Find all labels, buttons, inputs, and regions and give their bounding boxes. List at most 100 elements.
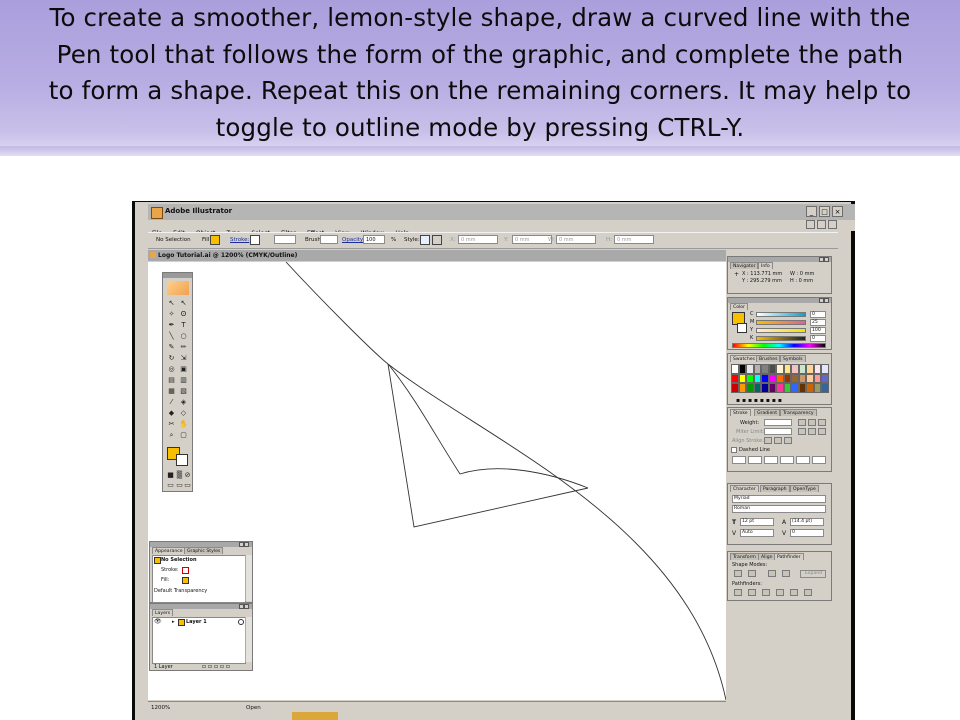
w-input[interactable]: 0 mm [556,235,596,244]
appearance-row-transparency[interactable]: Default Transparency [154,588,207,594]
swatch-cell[interactable] [768,364,776,374]
appearance-row-fill[interactable]: Fill: [161,577,169,583]
symbol-sprayer-tool-icon[interactable]: ▤ [167,376,176,384]
dashed-line-checkbox[interactable] [731,447,737,453]
channel-m-value[interactable]: 25 [810,319,826,326]
panel-close-icon[interactable] [244,604,249,609]
cap-butt-icon[interactable] [798,419,806,426]
swatch-cell[interactable] [783,373,791,383]
tab-transparency[interactable]: Transparency [780,409,817,416]
tab-character[interactable]: Character [730,485,759,492]
doc-restore-button[interactable] [817,220,826,229]
lasso-tool-icon[interactable]: ʘ [179,310,188,318]
dash-3-input[interactable] [796,456,810,464]
magic-wand-tool-icon[interactable]: ✧ [167,310,176,318]
type-tool-icon[interactable]: T [179,321,188,329]
divide-icon[interactable] [734,589,742,596]
swatch-cell[interactable] [813,373,821,383]
swatch-cell[interactable] [798,383,806,393]
channel-k-value[interactable]: 0 [810,335,826,342]
join-bevel-icon[interactable] [818,428,826,435]
join-miter-icon[interactable] [798,428,806,435]
leading-input[interactable]: (14.4 pt) [790,518,824,526]
swatch-cell[interactable] [753,364,761,374]
stroke-weight-input[interactable] [274,235,296,244]
pencil-tool-icon[interactable]: ✏ [179,343,188,351]
doc-close-button[interactable] [828,220,837,229]
doc-minimize-button[interactable] [806,220,815,229]
eyedropper-tool-icon[interactable]: ⁄ [167,398,176,406]
maximize-button[interactable]: □ [819,206,830,217]
outline-icon[interactable] [790,589,798,596]
kerning-input[interactable]: Auto [740,529,774,537]
minus-back-icon[interactable] [804,589,812,596]
layer-name[interactable]: Layer 1 [186,619,207,625]
appearance-row-stroke[interactable]: Stroke: [161,567,179,573]
layer-expand-icon[interactable]: ▸ [172,619,175,625]
ellipse-tool-icon[interactable]: ○ [179,332,188,340]
swatch-cell[interactable] [761,373,769,383]
x-input[interactable]: 0 mm [458,235,498,244]
rotate-tool-icon[interactable]: ↻ [167,354,176,362]
swatch-cell[interactable] [776,364,784,374]
none-mode-icon[interactable]: ⊘ [183,471,192,479]
swatch-cell[interactable] [806,383,814,393]
layer-visibility-icon[interactable]: 👁 [154,618,162,625]
stroke-label[interactable]: Stroke: [230,237,249,243]
swatch-cell[interactable] [731,364,739,374]
stroke-swatch[interactable] [250,235,260,245]
align-center-icon[interactable] [764,437,772,444]
channel-k-slider[interactable] [756,336,806,341]
swatch-cell[interactable] [821,364,829,374]
channel-c-slider[interactable] [756,312,806,317]
pen-tool-icon[interactable]: ✒ [167,321,176,329]
subtract-shape-icon[interactable] [748,570,756,577]
swatch-cell[interactable] [821,373,829,383]
swatch-cell[interactable] [738,364,746,374]
trim-icon[interactable] [748,589,756,596]
panel-close-icon[interactable] [824,257,829,262]
tab-pathfinder[interactable]: Pathfinder [774,553,804,560]
direct-selection-tool-icon[interactable]: ↖ [179,299,188,307]
brush-select[interactable] [320,235,338,244]
gradient-tool-icon[interactable]: ▧ [179,387,188,395]
blend-tool-icon[interactable]: ◈ [179,398,188,406]
tracking-input[interactable]: 0 [790,529,824,537]
swatch-cell[interactable] [731,373,739,383]
tab-color[interactable]: Color [730,303,748,310]
swatch-cell[interactable] [753,373,761,383]
zoom-tool-icon[interactable]: ⌕ [167,431,176,439]
tab-graphic-styles[interactable]: Graphic Styles [184,547,224,554]
swatch-cell[interactable] [791,364,799,374]
tab-swatches[interactable]: Swatches [730,355,758,362]
fill-swatch[interactable] [210,235,220,245]
tab-navigator[interactable]: Navigator [730,262,759,269]
tab-gradient[interactable]: Gradient [754,409,780,416]
swatch-cell[interactable] [768,373,776,383]
swatch-cell[interactable] [746,364,754,374]
stroke-color-box[interactable] [176,454,188,466]
swatch-cell[interactable] [776,373,784,383]
swatch-cell[interactable] [746,373,754,383]
tab-align[interactable]: Align [758,553,776,560]
close-button[interactable]: × [832,206,843,217]
miter-limit-input[interactable] [764,428,792,435]
font-size-input[interactable]: 12 pt [740,518,774,526]
channel-c-value[interactable]: 0 [810,311,826,318]
style-swatch[interactable] [420,235,430,245]
scale-tool-icon[interactable]: ⇲ [179,354,188,362]
font-style-select[interactable]: Roman [732,505,826,513]
tab-symbols[interactable]: Symbols [780,355,806,362]
screen-mode-full-icon[interactable]: ▭ [183,481,192,489]
layer-target-icon[interactable] [238,619,244,625]
transform-icon[interactable] [432,235,442,245]
crop-icon[interactable] [776,589,784,596]
add-shape-icon[interactable] [734,570,742,577]
swatch-cell[interactable] [783,364,791,374]
tab-brushes[interactable]: Brushes [756,355,781,362]
swatch-cell[interactable] [806,364,814,374]
tab-paragraph[interactable]: Paragraph [760,485,790,492]
dash-2-input[interactable] [764,456,778,464]
swatch-cell[interactable] [731,383,739,393]
swatch-cell[interactable] [738,373,746,383]
